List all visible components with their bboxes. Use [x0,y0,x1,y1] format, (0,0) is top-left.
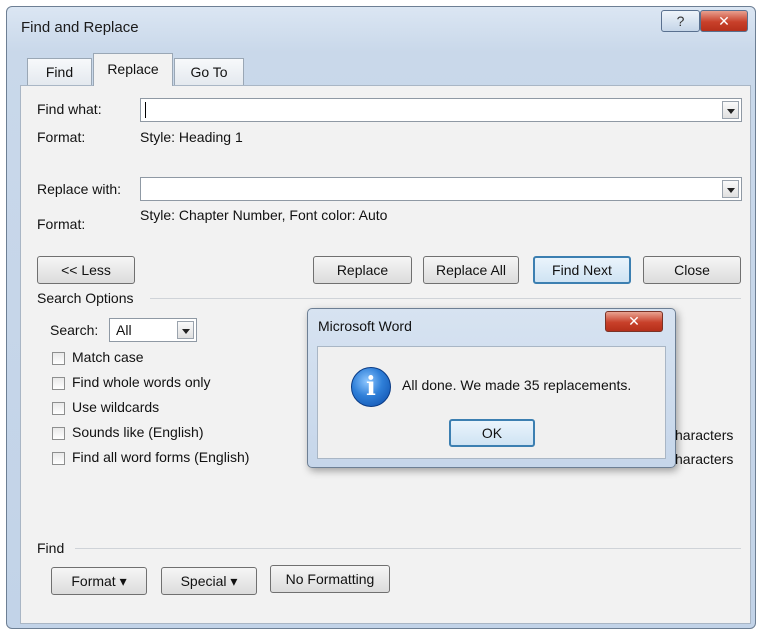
find-what-label: Find what: [37,101,102,117]
replace-format-label: Format: [37,216,86,232]
search-direction-label: Search: [50,322,99,338]
tab-goto-label: Go To [190,64,228,80]
format-button[interactable]: Format ▾ [51,567,147,595]
sounds-like-label: Sounds like (English) [72,424,204,440]
ignore-whitespace-label-partial: haracters [675,451,734,467]
text-caret [145,102,146,118]
ok-button[interactable]: OK [449,419,535,447]
find-section-divider [75,548,741,549]
tab-goto[interactable]: Go To [174,58,244,86]
message-box-title: Microsoft Word [318,318,412,334]
whole-words-label: Find whole words only [72,374,211,390]
replace-format-value: Style: Chapter Number, Font color: Auto [140,207,388,223]
tab-find-label: Find [45,64,74,80]
wildcards-checkbox[interactable] [52,402,65,415]
replace-with-input[interactable] [140,177,742,201]
information-icon: i [351,367,391,407]
find-next-button[interactable]: Find Next [533,256,631,284]
find-format-label: Format: [37,129,86,145]
match-case-checkbox[interactable] [52,352,65,365]
find-section-heading: Find [37,540,65,556]
message-text: All done. We made 35 replacements. [402,377,632,393]
wildcards-label: Use wildcards [72,399,160,415]
word-forms-checkbox[interactable] [52,452,65,465]
search-direction-select[interactable]: All [109,318,197,342]
replace-with-dropdown-button[interactable] [722,180,739,198]
find-what-input[interactable] [140,98,742,122]
special-button[interactable]: Special ▾ [161,567,257,595]
search-options-divider [150,298,741,299]
message-box-body: i All done. We made 35 replacements. OK [317,346,666,459]
replace-with-label: Replace with: [37,181,122,197]
no-formatting-button[interactable]: No Formatting [270,565,390,593]
tab-replace-label: Replace [107,61,159,77]
close-icon: ✕ [718,13,730,29]
find-format-value: Style: Heading 1 [140,129,243,145]
help-icon: ? [676,13,685,29]
close-button[interactable]: Close [643,256,741,284]
close-icon: ✕ [628,313,640,329]
search-options-heading: Search Options [37,290,134,306]
tab-replace[interactable]: Replace [93,53,173,86]
message-box-close-button[interactable]: ✕ [605,311,663,332]
tab-find[interactable]: Find [27,58,92,86]
replace-all-button[interactable]: Replace All [423,256,519,284]
word-forms-label: Find all word forms (English) [72,449,250,465]
replace-button[interactable]: Replace [313,256,412,284]
window-title: Find and Replace [21,19,139,36]
ignore-punctuation-label-partial: haracters [675,427,734,443]
less-button[interactable]: << Less [37,256,135,284]
match-case-label: Match case [72,349,144,365]
message-box: Microsoft Word ✕ i All done. We made 35 … [307,308,676,468]
help-button[interactable]: ? [661,10,700,32]
whole-words-checkbox[interactable] [52,377,65,390]
find-what-dropdown-button[interactable] [722,101,739,119]
search-direction-dropdown-button[interactable] [177,321,194,339]
window-close-button[interactable]: ✕ [700,10,748,32]
search-direction-value: All [116,322,132,338]
sounds-like-checkbox[interactable] [52,427,65,440]
